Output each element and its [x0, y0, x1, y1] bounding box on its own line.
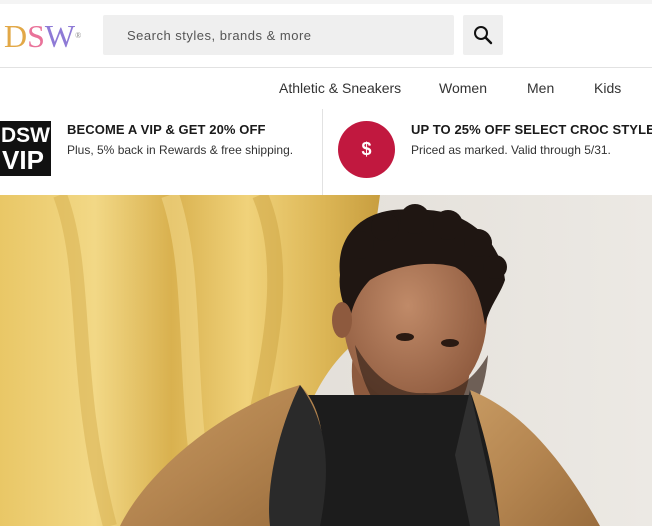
vip-promo-title[interactable]: BECOME A VIP & GET 20% OFF: [67, 122, 266, 137]
dollar-symbol: $: [361, 139, 372, 159]
vip-promo-subtitle: Plus, 5% back in Rewards & free shipping…: [67, 143, 294, 157]
dollar-icon[interactable]: $: [338, 121, 395, 178]
nav-athletic-sneakers[interactable]: Athletic & Sneakers: [279, 80, 401, 96]
dsw-logo[interactable]: DSW®: [4, 18, 81, 54]
main-nav: Athletic & Sneakers Women Men Kids: [0, 67, 652, 110]
promo-bar: DSW VIP BECOME A VIP & GET 20% OFF Plus,…: [0, 109, 652, 195]
search-button[interactable]: [463, 15, 503, 55]
hero-image: [0, 195, 652, 526]
vip-badge-line2: VIP: [2, 145, 44, 175]
hero-banner[interactable]: [0, 195, 652, 526]
promo-divider: [322, 109, 323, 195]
search-input[interactable]: [103, 15, 457, 55]
croc-promo-subtitle: Priced as marked. Valid through 5/31.: [411, 143, 611, 157]
vip-badge[interactable]: DSW VIP: [0, 121, 51, 176]
nav-men[interactable]: Men: [527, 80, 554, 96]
search-icon: [474, 26, 493, 45]
nav-kids[interactable]: Kids: [594, 80, 621, 96]
nav-women[interactable]: Women: [439, 80, 487, 96]
search-bar: [103, 15, 457, 55]
site-header: DSW®: [0, 4, 652, 66]
croc-promo-title[interactable]: UP TO 25% OFF SELECT CROC STYLES: [411, 122, 652, 137]
